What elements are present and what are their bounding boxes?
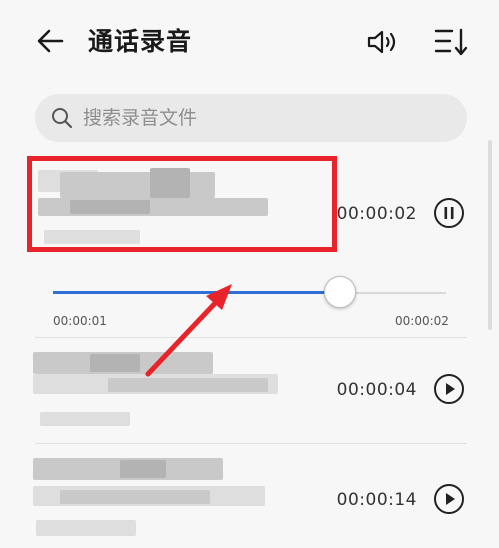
search-bar[interactable] (35, 94, 467, 142)
recording-item[interactable]: 00:00:04 (0, 338, 499, 443)
speaker-icon[interactable] (366, 28, 400, 56)
play-icon (446, 383, 455, 395)
annotation-highlight-box (27, 156, 337, 252)
sort-icon[interactable] (434, 27, 468, 57)
search-input[interactable] (83, 94, 443, 142)
recording-duration: 00:00:02 (336, 204, 417, 224)
page-title: 通话录音 (88, 27, 193, 56)
recording-duration: 00:00:14 (336, 490, 417, 510)
app-header: 通话录音 (0, 0, 499, 80)
play-icon (446, 493, 455, 505)
play-button[interactable] (434, 374, 464, 404)
recording-duration: 00:00:04 (336, 380, 417, 400)
back-arrow-icon[interactable] (34, 25, 66, 57)
playback-seek-bar[interactable]: 00:00:01 00:00:02 (0, 268, 499, 338)
total-time: 00:00:02 (395, 314, 449, 328)
pause-button[interactable] (434, 198, 464, 228)
seek-progress (53, 291, 340, 294)
play-button[interactable] (434, 484, 464, 514)
elapsed-time: 00:00:01 (53, 314, 107, 328)
divider (35, 443, 467, 444)
pause-icon (444, 207, 454, 219)
recording-item[interactable]: 00:00:14 (0, 446, 499, 548)
search-icon (52, 108, 73, 129)
seek-thumb[interactable] (323, 276, 356, 308)
